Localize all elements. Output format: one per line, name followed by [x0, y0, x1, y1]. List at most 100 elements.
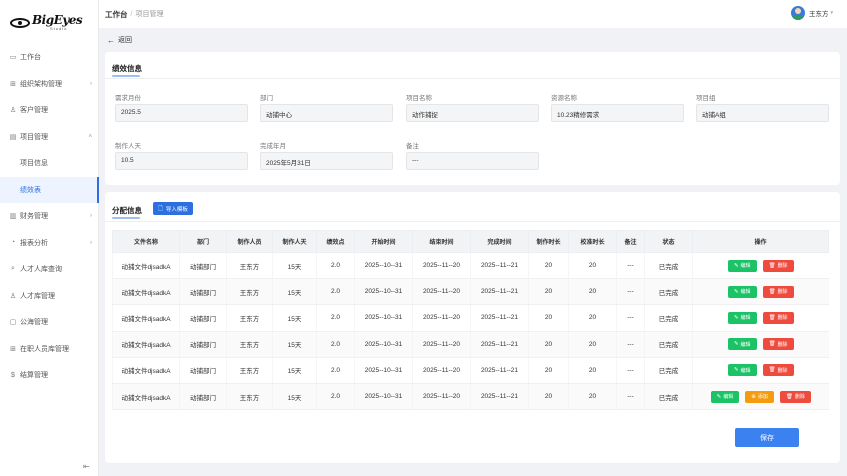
sidebar-item-7[interactable]: ◔ 报表分析 › [0, 230, 98, 257]
table-cell: 15天 [272, 383, 317, 411]
field-value[interactable]: 动捕中心 [260, 104, 393, 122]
table-cell: 20 [568, 278, 617, 306]
delete-button-label: 删除 [777, 367, 788, 374]
dollar-icon: $ [11, 371, 15, 379]
table-cell: --- [616, 278, 645, 306]
sidebar-item-5[interactable]: 绩效表 [0, 176, 99, 203]
add-button[interactable]: ⊕ 添加 [745, 390, 774, 403]
field-value[interactable]: 2025.5 [115, 104, 248, 122]
trash-icon: 🗑 [768, 341, 776, 348]
column-header: 状态 [644, 230, 693, 253]
edit-button-label: 编辑 [723, 394, 734, 401]
sidebar-item-9[interactable]: ♙ 人才库管理 [0, 283, 98, 310]
field-value[interactable]: 10.5 [115, 152, 248, 170]
delete-button[interactable]: 🗑 删除 [762, 285, 794, 298]
user-menu[interactable]: 王东方 ▾ [790, 6, 833, 20]
table-cell: 15天 [272, 304, 317, 332]
sidebar-item-label: 人才库管理 [20, 292, 55, 300]
field-label: 制作人天 [115, 143, 141, 150]
column-header: 校准时长 [568, 230, 617, 253]
chevron-down-icon: ▾ [830, 10, 833, 16]
back-button[interactable]: ← 返回 [107, 35, 132, 45]
logo[interactable]: BigEyes Studio [0, 0, 98, 44]
table-cell: 2.0 [316, 331, 355, 358]
table-cell: 2025--11--21 [470, 252, 529, 280]
field-value[interactable]: 动捕A组 [696, 104, 829, 122]
trash-icon: 🗑 [768, 288, 776, 295]
table-cell: 2025--10--31 [354, 383, 413, 411]
import-template-label: 导入模板 [165, 206, 188, 213]
sidebar-item-8[interactable]: ⌕ 人才人库查询 [0, 256, 98, 283]
actions-cell: ✎ 编辑 🗑 删除 [692, 278, 829, 306]
divider [105, 221, 840, 222]
column-header: 文件名称 [112, 230, 180, 253]
edit-button[interactable]: ✎ 编辑 [727, 311, 757, 324]
delete-button[interactable]: 🗑 删除 [762, 311, 794, 324]
edit-button[interactable]: ✎ 编辑 [727, 338, 757, 351]
sidebar-item-11[interactable]: ⊞ 在职人员库管理 [0, 336, 98, 363]
edit-button[interactable]: ✎ 编辑 [710, 390, 740, 403]
sidebar-item-12[interactable]: $ 结算管理 [0, 362, 98, 389]
delete-button[interactable]: 🗑 删除 [779, 390, 811, 403]
sidebar-item-6[interactable]: ▥ 财务管理 › [0, 203, 98, 230]
delete-button[interactable]: 🗑 删除 [762, 338, 794, 351]
desktop-icon: ▭ [9, 54, 17, 62]
field-value[interactable]: --- [406, 152, 539, 170]
edit-button[interactable]: ✎ 编辑 [727, 285, 757, 298]
table-cell: 2025--10--31 [354, 331, 413, 358]
table-cell: 20 [568, 357, 617, 384]
table-cell: 2025--11--21 [470, 304, 529, 332]
delete-button[interactable]: 🗑 删除 [762, 259, 794, 272]
sidebar-item-label: 工作台 [20, 54, 41, 62]
pool-icon: ▢ [9, 319, 17, 327]
edit-button-label: 编辑 [740, 289, 751, 296]
delete-button[interactable]: 🗑 删除 [762, 364, 794, 377]
sidebar-item-0[interactable]: ▭ 工作台 [0, 44, 98, 71]
table-cell: --- [616, 252, 645, 280]
sidebar-item-1[interactable]: ⊞ 组织架构管理 › [0, 71, 98, 98]
avatar [790, 6, 805, 20]
edit-button-label: 编辑 [740, 367, 751, 374]
table-cell: 2025--10--31 [354, 252, 413, 280]
sidebar-item-2[interactable]: ♙ 客户管理 [0, 97, 98, 124]
edit-button[interactable]: ✎ 编辑 [727, 364, 757, 377]
sidebar-item-10[interactable]: ▢ 公海管理 [0, 309, 98, 336]
breadcrumb-current: 项目管理 [135, 11, 164, 18]
sidebar-item-label: 报表分析 [20, 239, 48, 247]
field-man-days: 制作人天 10.5 [115, 140, 248, 170]
sidebar-item-4[interactable]: 项目信息 [0, 150, 98, 177]
collapse-sidebar-icon[interactable]: ⇤ [83, 462, 90, 471]
sidebar-item-label: 绩效表 [20, 186, 41, 194]
top-header: 工作台 / 项目管理 王东方 ▾ [99, 0, 847, 28]
field-project-group: 项目组 动捕A组 [696, 92, 829, 122]
table-cell: 动捕部门 [179, 278, 227, 306]
allocation-info-card: 分配信息 🗋 导入模板 文件名称 部门 制作人员 制作人天 绩效点 开始时间 结束时间 完成时… [105, 192, 840, 463]
search-icon: ⌕ [11, 265, 15, 273]
field-value[interactable]: 10.23精修需求 [551, 104, 684, 122]
delete-button-label: 删除 [777, 341, 788, 348]
sidebar-item-label: 人才人库查询 [20, 266, 62, 274]
table-cell: 20 [528, 357, 569, 384]
sidebar-item-label: 客户管理 [20, 107, 48, 115]
table-cell: 2.0 [316, 278, 355, 306]
column-header: 制作人天 [272, 230, 317, 253]
field-value[interactable]: 2025年5月31日 [260, 152, 393, 170]
finance-icon: ▥ [9, 213, 17, 221]
table-cell: 动捕部门 [179, 383, 227, 411]
table-cell: 王东方 [226, 357, 273, 384]
sidebar-menu: ▭ 工作台 ⊞ 组织架构管理 › ♙ 客户管理 ▤ 项目管理 ˄ 项目信息 绩效表 ▥ 财务管理 › ◔ 报表分… [0, 44, 99, 389]
user-icon: ♙ [9, 107, 17, 115]
sidebar-item-label: 公海管理 [20, 319, 48, 327]
edit-button[interactable]: ✎ 编辑 [727, 259, 757, 272]
file-icon: 🗋 [158, 205, 163, 212]
table-cell: 2025--11--20 [412, 304, 471, 332]
breadcrumb-home[interactable]: 工作台 [105, 9, 128, 20]
table-cell: 2025--11--21 [470, 357, 529, 384]
sidebar-item-3[interactable]: ▤ 项目管理 ˄ [0, 124, 98, 151]
save-button[interactable]: 保存 [735, 428, 799, 447]
table-row: 动捕文件djsadkA 动捕部门 王东方 15天 2.0 2025--10--31 2025… [112, 357, 829, 384]
field-value[interactable]: 动作捕捉 [406, 104, 539, 122]
allocation-info-title: 分配信息 [112, 206, 142, 219]
status-badge: 已完成 [644, 278, 693, 306]
import-template-button[interactable]: 🗋 导入模板 [153, 202, 193, 215]
